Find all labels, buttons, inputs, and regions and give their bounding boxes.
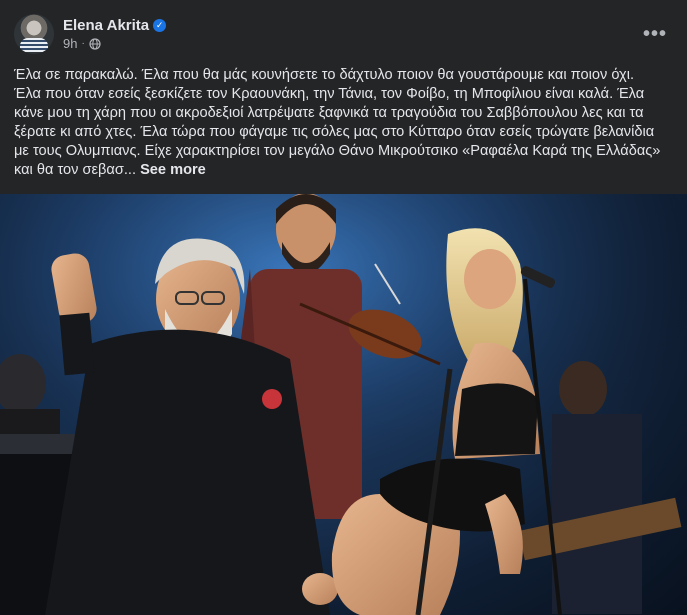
name-row: Elena Akrita ✓ — [63, 17, 167, 34]
separator: · — [81, 38, 85, 49]
concert-photo[interactable] — [0, 194, 687, 615]
author-meta: Elena Akrita ✓ 9h · — [63, 17, 167, 51]
post-header: Elena Akrita ✓ 9h · ••• — [14, 12, 673, 56]
more-options-icon[interactable]: ••• — [641, 20, 669, 48]
see-more-link[interactable]: See more — [140, 162, 206, 178]
author-name[interactable]: Elena Akrita — [63, 17, 149, 34]
post-time[interactable]: 9h — [63, 36, 77, 51]
post-text: Έλα σε παρακαλώ. Έλα που θα μάς κουνήσετ… — [14, 67, 661, 178]
photo-illustration — [0, 194, 687, 615]
post-timestamp-row: 9h · — [63, 36, 166, 51]
globe-icon — [89, 37, 101, 50]
author-avatar[interactable] — [14, 14, 54, 54]
verified-badge-icon: ✓ — [153, 19, 167, 32]
facebook-post: Elena Akrita ✓ 9h · ••• Έλα σε παρακαλώ.… — [0, 0, 687, 615]
post-body: Έλα σε παρακαλώ. Έλα που θα μάς κουνήσετ… — [14, 66, 664, 180]
